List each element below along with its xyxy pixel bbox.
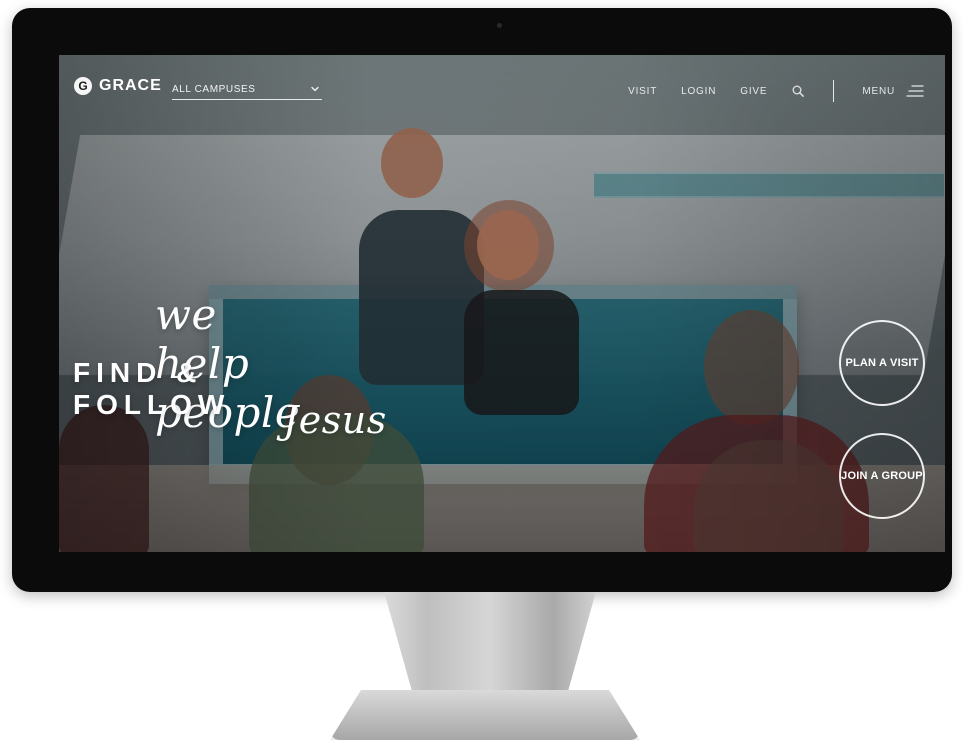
background-pool [594,172,944,198]
campus-select-value: ALL CAMPUSES [172,83,256,95]
join-a-group-label: JOIN A GROUP [841,470,923,482]
campus-select[interactable]: ALL CAMPUSES [172,81,322,100]
plan-a-visit-label: PLAN A VISIT [845,357,919,369]
person-woman-head [477,210,539,280]
nav-link-give[interactable]: GIVE [740,86,767,97]
logo-text: GRACE [99,77,162,94]
hamburger-icon [905,84,925,98]
top-navigation: G GRACE ALL CAMPUSES VISIT LOGIN GIVE ME… [59,55,945,125]
audience-person-head [704,310,799,425]
chevron-down-icon [310,84,320,94]
audience-person [59,405,149,552]
monitor-stand-neck [384,592,596,700]
hero-line-3: Jesus [283,398,387,442]
nav-link-login[interactable]: LOGIN [681,86,716,97]
logo-mark: G [74,77,92,95]
plan-a-visit-button[interactable]: PLAN A VISIT [839,320,925,406]
camera [497,23,502,28]
nav-link-visit[interactable]: VISIT [628,86,657,97]
join-a-group-button[interactable]: JOIN A GROUP [839,433,925,519]
monitor: G GRACE ALL CAMPUSES VISIT LOGIN GIVE ME… [12,8,952,592]
search-icon[interactable] [791,84,805,98]
website-screen: G GRACE ALL CAMPUSES VISIT LOGIN GIVE ME… [59,55,945,552]
monitor-stand-base [330,690,640,740]
person-woman [464,290,579,415]
site-logo[interactable]: G GRACE [74,77,162,95]
menu-label: MENU [862,85,895,97]
nav-divider [833,80,835,102]
person-man-head [381,128,443,198]
nav-actions: VISIT LOGIN GIVE MENU [628,80,925,102]
hero-line-2: FIND & FOLLOW [73,357,231,420]
menu-button[interactable]: MENU [862,84,925,98]
apple-logo-icon [492,565,510,585]
